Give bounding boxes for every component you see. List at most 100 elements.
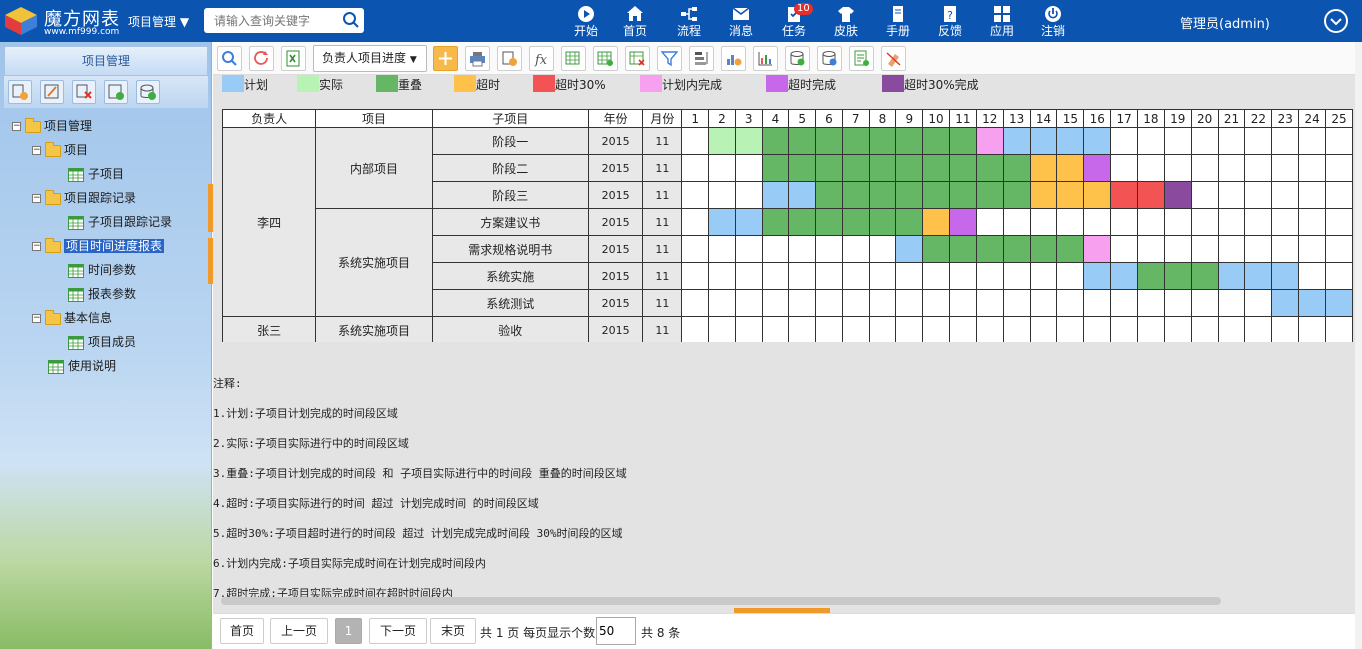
day-cell — [1190, 235, 1219, 263]
day-cell — [1163, 127, 1192, 155]
day-cell — [1002, 127, 1031, 155]
nav-apps[interactable]: 应用 — [982, 3, 1022, 41]
collapse-toggle-icon[interactable]: − — [12, 122, 21, 131]
folder-icon — [25, 117, 41, 133]
day-cell — [1271, 289, 1300, 317]
nav-manual[interactable]: 手册 — [878, 3, 918, 41]
nav-feedback[interactable]: ? 反馈 — [930, 3, 970, 41]
gantt-body: 李四 内部项目 阶段一 2015 11 阶段二 2015 11 阶段三 2015 11 系统实施项目方… — [221, 127, 1353, 342]
day-cell — [1325, 127, 1353, 155]
month-cell: 11 — [642, 316, 683, 342]
day-cell — [1325, 316, 1353, 342]
day-cell — [841, 127, 870, 155]
nav-start[interactable]: 开始 — [566, 3, 606, 41]
note-item: 1.计划:子项目计划完成的时间段区域 — [213, 407, 398, 420]
tree-node-time-params[interactable]: 时间参数 — [68, 260, 136, 280]
day-cell — [1325, 154, 1353, 182]
nav-logout[interactable]: 注销 — [1033, 3, 1073, 41]
page-size-input[interactable] — [596, 617, 636, 645]
day-cell — [975, 208, 1004, 236]
day-cell — [1298, 154, 1327, 182]
apps-icon — [994, 6, 1010, 22]
horizontal-scrollbar[interactable] — [221, 597, 1221, 605]
tree-edit-icon[interactable] — [40, 80, 64, 104]
tree-refresh-icon[interactable] — [136, 80, 160, 104]
tree-node-project-management[interactable]: − 项目管理 — [12, 116, 92, 136]
tree-node-project[interactable]: − 项目 — [32, 140, 88, 160]
year-cell: 2015 — [587, 154, 644, 182]
month-cell: 11 — [642, 262, 683, 290]
nav-messages[interactable]: 消息 — [721, 3, 761, 41]
day-cell — [868, 316, 897, 342]
day-cell — [708, 289, 736, 317]
collapse-toggle-icon[interactable]: − — [32, 242, 41, 251]
header-day: 13 — [1002, 109, 1031, 128]
gantt-viewport: 负责人 项目 子项目 年份 月份 1 2 3 4 5 6 7 8 9 10 11 12 13 14 15 16… — [213, 42, 1353, 342]
tree-node-label: 使用说明 — [68, 359, 117, 373]
day-cell — [734, 262, 763, 290]
subproject-cell: 阶段二 — [431, 154, 589, 182]
collapse-toggle-icon[interactable]: − — [32, 194, 41, 203]
day-cell — [1029, 181, 1058, 209]
prev-page-button[interactable]: 上一页 — [270, 618, 328, 644]
app-logo[interactable]: 魔方网表 www.mf999.com — [4, 4, 122, 38]
tree-node-report-params[interactable]: 报表参数 — [68, 284, 136, 304]
play-icon — [578, 6, 594, 22]
tree-node-user-guide[interactable]: 使用说明 — [48, 356, 116, 376]
day-cell — [1056, 235, 1085, 263]
tree-settings-icon[interactable] — [8, 80, 32, 104]
search-input[interactable] — [204, 8, 334, 33]
nav-flow[interactable]: 流程 — [669, 3, 709, 41]
tree-node-progress-report[interactable]: − 项目时间进度报表 — [32, 236, 165, 256]
collapse-toggle-icon[interactable]: − — [32, 146, 41, 155]
month-cell: 11 — [642, 127, 683, 155]
tree-node-label: 基本信息 — [64, 311, 113, 325]
user-name[interactable]: 管理员(admin) — [1180, 13, 1270, 32]
collapse-toggle-icon[interactable]: − — [32, 314, 41, 323]
task-count-badge: 10 — [794, 3, 813, 15]
tree-delete-icon[interactable] — [72, 80, 96, 104]
project-menu-dropdown[interactable]: 项目管理 ▼ — [128, 13, 189, 30]
vertical-scrollbar[interactable] — [1355, 42, 1362, 649]
day-cell — [708, 181, 736, 209]
tree-node-basic-info[interactable]: − 基本信息 — [32, 308, 112, 328]
nav-skin[interactable]: 皮肤 — [826, 3, 866, 41]
last-page-button[interactable]: 末页 — [430, 618, 476, 644]
day-cell — [681, 181, 710, 209]
nav-tasks[interactable]: 10 任务 — [774, 3, 814, 41]
project-cell: 内部项目 — [315, 127, 433, 209]
day-cell — [1137, 181, 1165, 209]
project-cell: 系统实施项目 — [315, 208, 433, 317]
day-cell — [1110, 289, 1139, 317]
day-cell — [734, 316, 763, 342]
user-menu-chevron-icon[interactable] — [1324, 9, 1348, 33]
svg-text:?: ? — [947, 9, 953, 22]
day-cell — [1325, 235, 1353, 263]
search-icon[interactable] — [342, 11, 360, 29]
first-page-button[interactable]: 首页 — [220, 618, 264, 644]
tree-node-label: 项目跟踪记录 — [64, 191, 137, 205]
tree-node-subproject[interactable]: 子项目 — [68, 164, 124, 184]
tree-node-project-members[interactable]: 项目成员 — [68, 332, 136, 352]
tree-node-subproject-tracking[interactable]: 子项目跟踪记录 — [68, 212, 172, 232]
day-cell — [708, 262, 736, 290]
tree-add-icon[interactable] — [104, 80, 128, 104]
sheet-icon — [68, 335, 84, 350]
day-cell — [922, 316, 950, 342]
subproject-cell: 验收 — [431, 316, 589, 342]
day-cell — [1325, 289, 1353, 317]
next-page-button[interactable]: 下一页 — [369, 618, 427, 644]
day-cell — [949, 154, 977, 182]
day-cell — [975, 316, 1004, 342]
day-cell — [788, 262, 817, 290]
day-cell — [681, 316, 710, 342]
nav-home[interactable]: 首页 — [615, 3, 655, 41]
day-cell — [868, 262, 897, 290]
current-page-button[interactable]: 1 — [335, 618, 362, 644]
day-cell — [1217, 316, 1246, 342]
tree-node-project-tracking[interactable]: − 项目跟踪记录 — [32, 188, 136, 208]
sheet-icon — [48, 359, 64, 374]
day-cell — [841, 154, 870, 182]
month-cell: 11 — [642, 154, 683, 182]
day-cell — [1083, 262, 1112, 290]
